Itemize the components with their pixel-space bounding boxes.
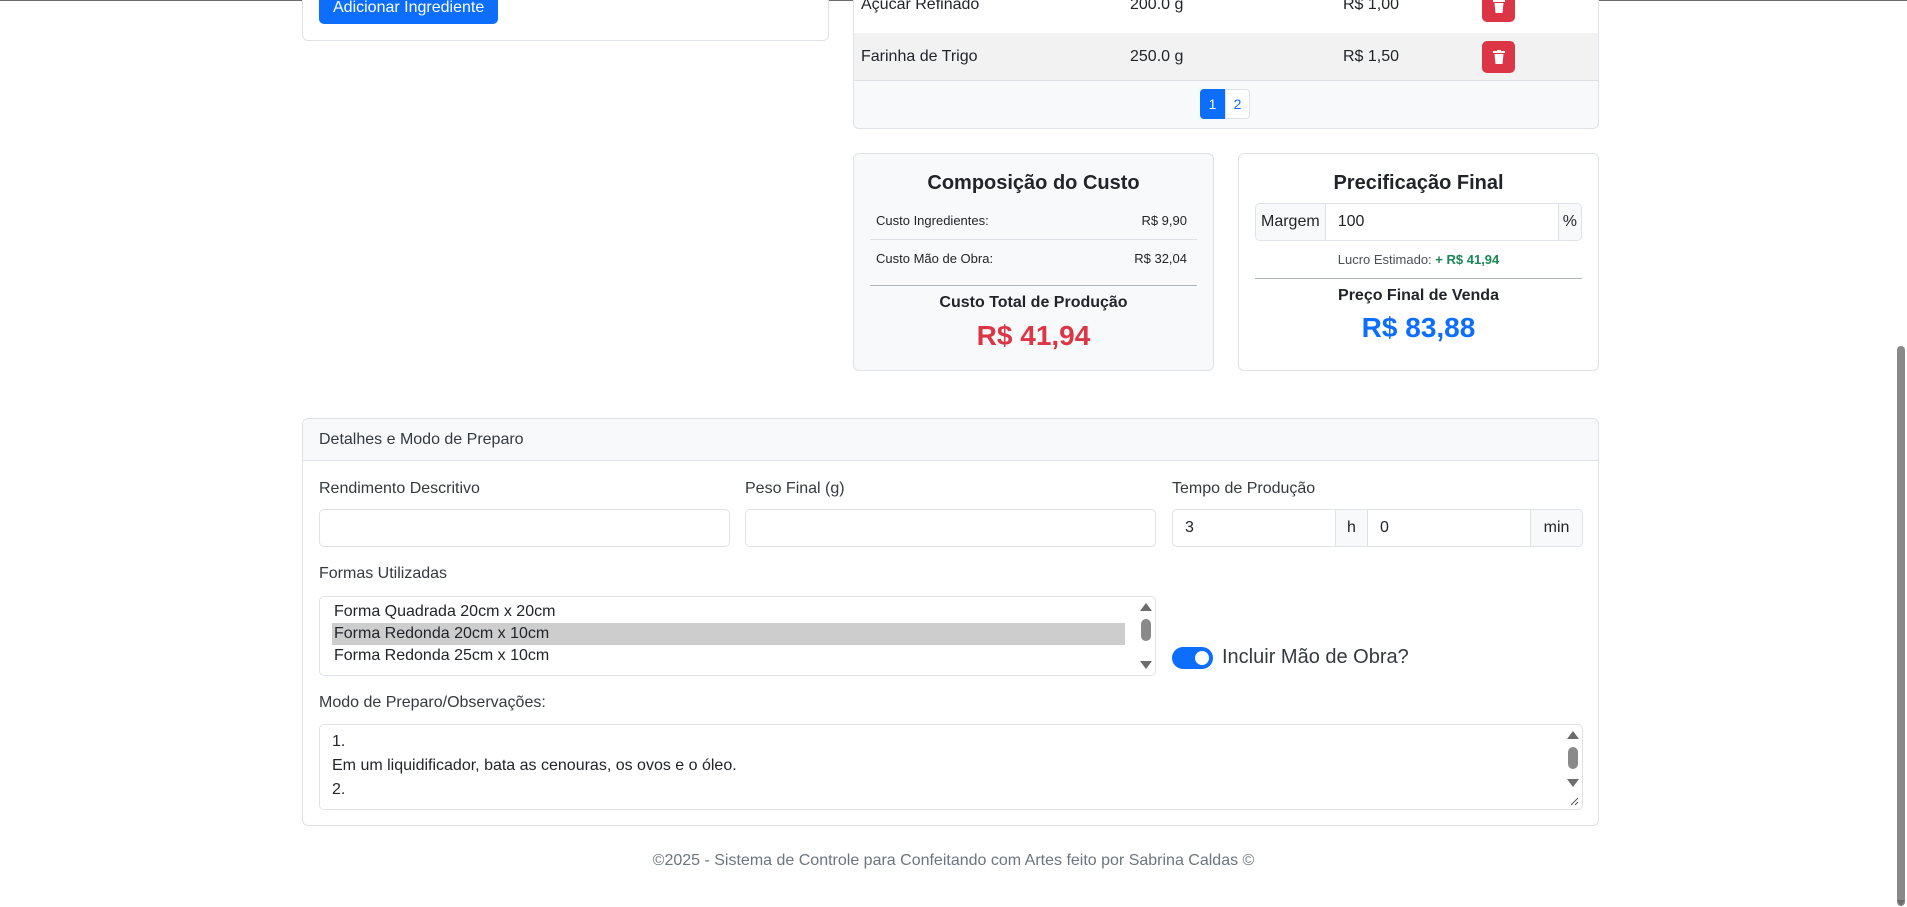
- ingredients-cost-line: Custo Ingredientes: R$ 9,90: [876, 213, 1187, 228]
- scroll-up-icon[interactable]: [1567, 731, 1579, 739]
- page-scroll-thumb[interactable]: [1897, 346, 1905, 906]
- ingredient-cost: R$ 1,00: [1343, 0, 1400, 13]
- trash-icon: [1492, 50, 1505, 64]
- trash-icon: [1492, 0, 1505, 13]
- delete-ingredient-button[interactable]: [1482, 0, 1515, 22]
- details-header: Detalhes e Modo de Preparo: [303, 419, 1598, 461]
- delete-ingredient-button[interactable]: [1482, 41, 1515, 73]
- prep-label: Modo de Preparo/Observações:: [319, 694, 546, 711]
- scroll-thumb[interactable]: [1141, 619, 1151, 641]
- ingredient-quantity: 250.0 g: [1130, 47, 1184, 65]
- ingredients-cost-label: Custo Ingredientes:: [876, 213, 989, 228]
- pagination: 1 2: [1200, 89, 1250, 119]
- margin-input[interactable]: 100: [1325, 204, 1558, 240]
- page-2-button[interactable]: 2: [1225, 89, 1250, 119]
- margin-label: Margem: [1256, 204, 1326, 240]
- scroll-thumb[interactable]: [1568, 747, 1578, 769]
- estimated-profit-label: Lucro Estimado:: [1337, 252, 1432, 267]
- estimated-profit: Lucro Estimado: + R$ 41,94: [1239, 252, 1598, 267]
- ingredients-table-card: Açúcar Refinado 200.0 g R$ 1,00 Farinha …: [853, 0, 1599, 129]
- cost-composition-title: Composição do Custo: [927, 172, 1140, 194]
- margin-input-group: Margem 100 %: [1255, 203, 1582, 241]
- prep-line: 2.: [332, 781, 346, 798]
- ingredients-cost-value: R$ 9,90: [1141, 213, 1187, 228]
- estimated-profit-value: + R$ 41,94: [1435, 252, 1500, 267]
- prep-line: Em um liquidificador, bata as cenouras, …: [332, 757, 737, 774]
- toggle-knob: [1195, 651, 1209, 665]
- scroll-up-icon[interactable]: [1140, 603, 1152, 611]
- scroll-down-icon[interactable]: [1567, 779, 1579, 787]
- total-cost-label: Custo Total de Produção: [939, 294, 1128, 311]
- minutes-input[interactable]: 0: [1368, 510, 1530, 546]
- final-price-label: Preço Final de Venda: [1338, 287, 1499, 304]
- minutes-unit: min: [1530, 510, 1582, 546]
- page-scrollbar[interactable]: [1895, 1, 1907, 907]
- cost-composition-card: Composição do Custo Custo Ingredientes: …: [853, 153, 1214, 371]
- form-option[interactable]: Forma Quadrada 20cm x 20cm: [332, 601, 1125, 623]
- hours-unit: h: [1335, 510, 1368, 546]
- ingredient-name: Farinha de Trigo: [861, 47, 978, 65]
- labor-cost-line: Custo Mão de Obra: R$ 32,04: [876, 251, 1187, 266]
- page-1-button[interactable]: 1: [1200, 89, 1225, 119]
- prep-line: 1.: [332, 733, 346, 750]
- divider: [870, 285, 1197, 286]
- time-input-group: 3 h 0 min: [1172, 509, 1583, 547]
- ingredient-quantity: 200.0 g: [1130, 0, 1184, 13]
- page: Adicionar Ingrediente Açúcar Refinado 20…: [0, 0, 1907, 907]
- hours-input[interactable]: 3: [1173, 510, 1335, 546]
- resize-handle-icon[interactable]: [1569, 796, 1579, 806]
- final-price-value: R$ 83,88: [1361, 312, 1476, 343]
- labor-cost-value: R$ 32,04: [1134, 251, 1187, 266]
- table-row: Farinha de Trigo 250.0 g R$ 1,50: [854, 33, 1598, 81]
- weight-input[interactable]: [745, 509, 1156, 547]
- time-label: Tempo de Produção: [1172, 480, 1316, 497]
- yield-input[interactable]: [319, 509, 730, 547]
- footer: ©2025 - Sistema de Controle para Confeit…: [652, 852, 1255, 869]
- prep-textarea[interactable]: 1. Em um liquidificador, bata as cenoura…: [319, 724, 1583, 810]
- scroll-down-icon[interactable]: [1897, 900, 1905, 906]
- ingredient-form-card: Adicionar Ingrediente: [302, 0, 829, 41]
- add-ingredient-button[interactable]: Adicionar Ingrediente: [319, 0, 499, 24]
- total-cost-value: R$ 41,94: [976, 320, 1091, 351]
- forms-listbox[interactable]: Forma Quadrada 20cm x 20cm Forma Redonda…: [319, 596, 1156, 676]
- form-option-selected[interactable]: Forma Redonda 20cm x 10cm: [332, 623, 1125, 645]
- forms-scrollbar[interactable]: [1135, 597, 1155, 675]
- form-option[interactable]: Forma Redonda 25cm x 10cm: [332, 645, 1125, 667]
- labor-toggle-label[interactable]: Incluir Mão de Obra?: [1222, 646, 1409, 669]
- ingredient-cost: R$ 1,50: [1343, 47, 1400, 65]
- weight-label: Peso Final (g): [745, 480, 845, 497]
- yield-label: Rendimento Descritivo: [319, 480, 480, 497]
- percent-unit: %: [1557, 204, 1581, 240]
- ingredient-name: Açúcar Refinado: [861, 0, 980, 13]
- divider: [870, 239, 1197, 240]
- details-card: Detalhes e Modo de Preparo Rendimento De…: [302, 418, 1599, 826]
- divider: [1255, 278, 1582, 279]
- labor-toggle[interactable]: [1172, 647, 1213, 669]
- final-pricing-card: Precificação Final Margem 100 % Lucro Es…: [1238, 153, 1599, 371]
- final-pricing-title: Precificação Final: [1333, 172, 1504, 194]
- labor-cost-label: Custo Mão de Obra:: [876, 251, 994, 266]
- scroll-down-icon[interactable]: [1140, 661, 1152, 669]
- forms-label: Formas Utilizadas: [319, 565, 448, 582]
